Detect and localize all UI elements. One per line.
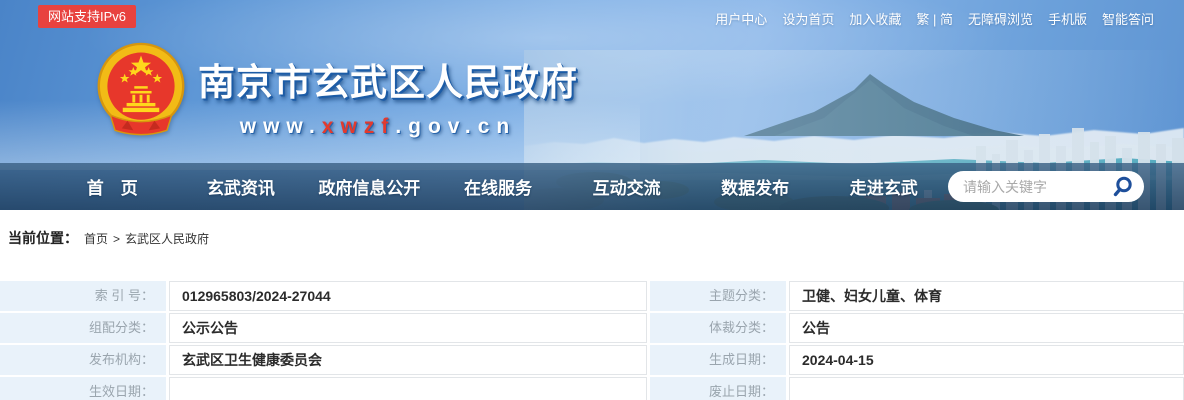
top-link[interactable]: 用户中心 xyxy=(715,9,767,28)
site-title: 南京市玄武区人民政府 xyxy=(198,52,558,106)
nav-item[interactable]: 玄武资讯 xyxy=(177,174,306,199)
site-url-www: www. xyxy=(240,115,322,138)
site-url: www.xwzf.gov.cn xyxy=(198,115,558,139)
meta-label-left: 索 引 号： xyxy=(0,281,166,311)
meta-value-left: 公示公告 xyxy=(169,313,647,343)
meta-label-left: 生效日期： xyxy=(0,377,166,400)
meta-value-right: 卫健、妇女儿童、体育 xyxy=(789,281,1184,311)
site-url-suffix: .gov.cn xyxy=(395,115,516,138)
search-icon xyxy=(1111,175,1135,199)
nav-item[interactable]: 数据发布 xyxy=(691,174,820,199)
meta-value-left: 012965803/2024-27044 xyxy=(169,281,647,311)
nav-item[interactable]: 在线服务 xyxy=(434,174,563,199)
meta-label-right: 主题分类： xyxy=(650,281,786,311)
meta-label-left: 组配分类： xyxy=(0,313,166,343)
breadcrumb-home-link[interactable]: 首页 xyxy=(84,232,108,246)
nav-items: 首 页玄武资讯政府信息公开在线服务互动交流数据发布走进玄武 xyxy=(0,174,948,199)
nav-item[interactable]: 首 页 xyxy=(48,174,177,199)
search-box xyxy=(948,171,1144,202)
top-link[interactable]: 手机版 xyxy=(1048,9,1087,28)
site-banner: 网站支持IPv6 用户中心设为首页加入收藏繁 | 简无障碍浏览手机版智能答问 南… xyxy=(0,0,1184,210)
meta-label-right: 生成日期： xyxy=(650,345,786,375)
ipv6-support-badge: 网站支持IPv6 xyxy=(38,5,136,28)
meta-label-left: 发布机构： xyxy=(0,345,166,375)
meta-label-right: 废止日期： xyxy=(650,377,786,400)
top-link[interactable]: 智能答问 xyxy=(1102,9,1154,28)
meta-label-right: 体裁分类： xyxy=(650,313,786,343)
breadcrumb-current: 玄武区人民政府 xyxy=(125,232,209,246)
meta-value-right: 2024-04-15 xyxy=(789,345,1184,375)
document-metadata-table: 索 引 号： 012965803/2024-27044 主题分类： 卫健、妇女儿… xyxy=(0,281,1184,400)
top-link[interactable]: 无障碍浏览 xyxy=(968,9,1033,28)
national-emblem-icon xyxy=(93,42,189,138)
breadcrumb-separator: > xyxy=(113,232,120,246)
nav-item[interactable]: 政府信息公开 xyxy=(305,174,434,199)
meta-value-right: 公告 xyxy=(789,313,1184,343)
site-url-domain: xwzf xyxy=(322,115,396,138)
top-link[interactable]: 加入收藏 xyxy=(849,9,901,28)
meta-value-right xyxy=(789,377,1184,400)
meta-value-left: 玄武区卫生健康委员会 xyxy=(169,345,647,375)
nav-item[interactable]: 互动交流 xyxy=(562,174,691,199)
breadcrumb-path: 首页 > 玄武区人民政府 xyxy=(84,230,209,247)
main-navigation: 首 页玄武资讯政府信息公开在线服务互动交流数据发布走进玄武 xyxy=(0,163,1184,210)
search-input[interactable] xyxy=(963,179,1110,195)
top-link[interactable]: 繁 | 简 xyxy=(916,9,953,28)
nav-item[interactable]: 走进玄武 xyxy=(819,174,948,199)
breadcrumb: 当前位置： 首页 > 玄武区人民政府 xyxy=(8,228,1184,248)
search-button[interactable] xyxy=(1110,174,1136,200)
meta-value-left xyxy=(169,377,647,400)
top-link[interactable]: 设为首页 xyxy=(782,9,834,28)
site-identity: 南京市玄武区人民政府 www.xwzf.gov.cn xyxy=(198,52,558,139)
breadcrumb-label: 当前位置： xyxy=(8,228,78,248)
top-utility-links: 用户中心设为首页加入收藏繁 | 简无障碍浏览手机版智能答问 xyxy=(715,9,1154,28)
